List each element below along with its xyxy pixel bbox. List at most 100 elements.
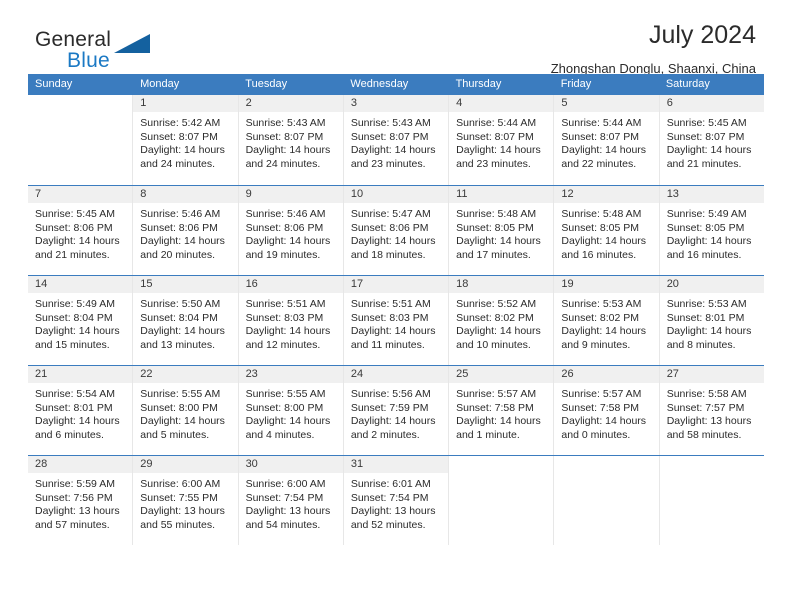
day-cell[interactable]: 28 Sunrise: 5:59 AM Sunset: 7:56 PM Dayl… <box>28 456 134 545</box>
day-details: Sunrise: 5:43 AM Sunset: 8:07 PM Dayligh… <box>344 112 448 185</box>
daylight-text: Daylight: 13 hours and 52 minutes. <box>350 505 436 531</box>
day-cell[interactable]: 25 Sunrise: 5:57 AM Sunset: 7:58 PM Dayl… <box>449 366 555 455</box>
title-block: July 2024 Zhongshan Donglu, Shaanxi, Chi… <box>551 21 756 75</box>
day-cell[interactable]: 9 Sunrise: 5:46 AM Sunset: 8:06 PM Dayli… <box>238 186 344 275</box>
sunset-text: Sunset: 8:06 PM <box>245 221 324 234</box>
day-cell[interactable]: 8 Sunrise: 5:46 AM Sunset: 8:06 PM Dayli… <box>133 186 239 275</box>
day-number: 15 <box>133 276 238 293</box>
day-cell[interactable]: 7 Sunrise: 5:45 AM Sunset: 8:06 PM Dayli… <box>28 186 134 275</box>
day-details: Sunrise: 5:57 AM Sunset: 7:58 PM Dayligh… <box>554 383 658 455</box>
day-cell[interactable]: 26 Sunrise: 5:57 AM Sunset: 7:58 PM Dayl… <box>554 366 660 455</box>
day-cell[interactable]: 18 Sunrise: 5:52 AM Sunset: 8:02 PM Dayl… <box>449 276 555 365</box>
daylight-text: Daylight: 14 hours and 10 minutes. <box>456 325 541 351</box>
day-cell[interactable]: 5 Sunrise: 5:44 AM Sunset: 8:07 PM Dayli… <box>554 95 660 185</box>
daylight-text: Daylight: 14 hours and 15 minutes. <box>35 325 120 351</box>
day-number: 26 <box>554 366 659 383</box>
day-cell[interactable]: 23 Sunrise: 5:55 AM Sunset: 8:00 PM Dayl… <box>238 366 344 455</box>
sunrise-text: Sunrise: 5:51 AM <box>350 298 431 310</box>
sunrise-text: Sunrise: 5:46 AM <box>140 208 221 220</box>
day-cell[interactable]: 14 Sunrise: 5:49 AM Sunset: 8:04 PM Dayl… <box>28 276 134 365</box>
page-header: General Blue July 2024 Zhongshan Donglu,… <box>28 0 764 75</box>
weekday-header-monday: Monday <box>140 78 180 90</box>
day-cell[interactable]: 22 Sunrise: 5:55 AM Sunset: 8:00 PM Dayl… <box>133 366 239 455</box>
sunrise-text: Sunrise: 5:44 AM <box>561 117 642 129</box>
daylight-text: Daylight: 14 hours and 16 minutes. <box>561 235 647 261</box>
day-number: 5 <box>554 95 659 112</box>
sunrise-text: Sunrise: 5:49 AM <box>666 208 747 220</box>
day-number: 22 <box>133 366 238 383</box>
daylight-text: Daylight: 13 hours and 58 minutes. <box>666 415 752 441</box>
day-number: 3 <box>343 95 449 112</box>
daylight-text: Daylight: 14 hours and 11 minutes. <box>350 325 436 351</box>
day-cell[interactable]: 3 Sunrise: 5:43 AM Sunset: 8:07 PM Dayli… <box>343 95 450 185</box>
daylight-text: Daylight: 14 hours and 24 minutes. <box>140 144 225 170</box>
page-title: July 2024 <box>648 21 756 49</box>
day-number <box>659 456 764 473</box>
day-cell[interactable]: 12 Sunrise: 5:48 AM Sunset: 8:05 PM Dayl… <box>554 186 660 275</box>
sunrise-text: Sunrise: 5:47 AM <box>350 208 431 220</box>
day-details: Sunrise: 5:46 AM Sunset: 8:06 PM Dayligh… <box>239 203 343 275</box>
day-cell[interactable]: 1 Sunrise: 5:42 AM Sunset: 8:07 PM Dayli… <box>133 95 239 185</box>
sunrise-text: Sunrise: 5:49 AM <box>35 298 115 310</box>
day-cell[interactable]: 30 Sunrise: 6:00 AM Sunset: 7:54 PM Dayl… <box>238 456 344 545</box>
day-details: Sunrise: 5:56 AM Sunset: 7:59 PM Dayligh… <box>344 383 448 455</box>
day-cell[interactable]: 21 Sunrise: 5:54 AM Sunset: 8:01 PM Dayl… <box>28 366 134 455</box>
day-number: 1 <box>133 95 238 112</box>
sunrise-text: Sunrise: 5:48 AM <box>456 208 537 220</box>
sunset-text: Sunset: 8:00 PM <box>140 401 218 414</box>
day-cell[interactable]: 6 Sunrise: 5:45 AM Sunset: 8:07 PM Dayli… <box>659 95 764 185</box>
sunrise-text: Sunrise: 5:50 AM <box>140 298 221 310</box>
daylight-text: Daylight: 14 hours and 4 minutes. <box>245 415 331 441</box>
day-number: 4 <box>449 95 554 112</box>
sunset-text: Sunset: 8:06 PM <box>35 221 113 234</box>
day-cell[interactable]: 19 Sunrise: 5:53 AM Sunset: 8:02 PM Dayl… <box>554 276 660 365</box>
day-cell[interactable]: 27 Sunrise: 5:58 AM Sunset: 7:57 PM Dayl… <box>659 366 764 455</box>
sunrise-text: Sunrise: 5:53 AM <box>666 298 747 310</box>
general-blue-logo[interactable]: General Blue <box>35 28 215 80</box>
logo-text-blue: Blue <box>67 49 110 72</box>
weekday-header-thursday: Thursday <box>455 78 502 90</box>
sunset-text: Sunset: 8:04 PM <box>35 311 113 324</box>
sunset-text: Sunset: 7:59 PM <box>350 401 429 414</box>
day-cell <box>659 456 764 545</box>
day-details <box>449 473 553 545</box>
day-cell[interactable]: 10 Sunrise: 5:47 AM Sunset: 8:06 PM Dayl… <box>343 186 450 275</box>
weekday-header-sunday: Sunday <box>35 78 73 90</box>
sunset-text: Sunset: 7:54 PM <box>350 491 429 504</box>
day-cell[interactable]: 31 Sunrise: 6:01 AM Sunset: 7:54 PM Dayl… <box>343 456 450 545</box>
sunrise-text: Sunrise: 5:52 AM <box>456 298 537 310</box>
day-cell[interactable]: 16 Sunrise: 5:51 AM Sunset: 8:03 PM Dayl… <box>238 276 344 365</box>
daylight-text: Daylight: 14 hours and 17 minutes. <box>456 235 541 261</box>
sunset-text: Sunset: 8:02 PM <box>561 311 640 324</box>
day-cell[interactable]: 4 Sunrise: 5:44 AM Sunset: 8:07 PM Dayli… <box>449 95 555 185</box>
day-number: 20 <box>659 276 764 293</box>
day-details: Sunrise: 6:00 AM Sunset: 7:55 PM Dayligh… <box>133 473 237 545</box>
day-details <box>660 473 764 545</box>
sunrise-text: Sunrise: 5:56 AM <box>350 388 431 400</box>
day-cell[interactable]: 11 Sunrise: 5:48 AM Sunset: 8:05 PM Dayl… <box>449 186 555 275</box>
sunset-text: Sunset: 7:56 PM <box>35 491 113 504</box>
day-cell[interactable]: 13 Sunrise: 5:49 AM Sunset: 8:05 PM Dayl… <box>659 186 764 275</box>
daylight-text: Daylight: 13 hours and 55 minutes. <box>140 505 225 531</box>
sunset-text: Sunset: 7:54 PM <box>245 491 324 504</box>
day-number: 9 <box>238 186 343 203</box>
day-cell[interactable]: 29 Sunrise: 6:00 AM Sunset: 7:55 PM Dayl… <box>133 456 239 545</box>
daylight-text: Daylight: 14 hours and 12 minutes. <box>245 325 331 351</box>
sunrise-text: Sunrise: 5:46 AM <box>245 208 326 220</box>
day-number: 27 <box>659 366 764 383</box>
day-details: Sunrise: 5:51 AM Sunset: 8:03 PM Dayligh… <box>344 293 448 365</box>
day-cell[interactable]: 20 Sunrise: 5:53 AM Sunset: 8:01 PM Dayl… <box>659 276 764 365</box>
day-number: 7 <box>28 186 133 203</box>
day-number: 11 <box>449 186 554 203</box>
day-cell[interactable]: 2 Sunrise: 5:43 AM Sunset: 8:07 PM Dayli… <box>238 95 344 185</box>
day-cell <box>28 95 134 185</box>
day-cell[interactable]: 17 Sunrise: 5:51 AM Sunset: 8:03 PM Dayl… <box>343 276 450 365</box>
day-cell[interactable]: 15 Sunrise: 5:50 AM Sunset: 8:04 PM Dayl… <box>133 276 239 365</box>
daylight-text: Daylight: 14 hours and 16 minutes. <box>666 235 752 261</box>
sunset-text: Sunset: 7:57 PM <box>666 401 745 414</box>
day-number <box>28 95 133 112</box>
sunset-text: Sunset: 8:05 PM <box>666 221 745 234</box>
day-cell[interactable]: 24 Sunrise: 5:56 AM Sunset: 7:59 PM Dayl… <box>343 366 450 455</box>
day-number: 23 <box>238 366 343 383</box>
daylight-text: Daylight: 14 hours and 2 minutes. <box>350 415 436 441</box>
